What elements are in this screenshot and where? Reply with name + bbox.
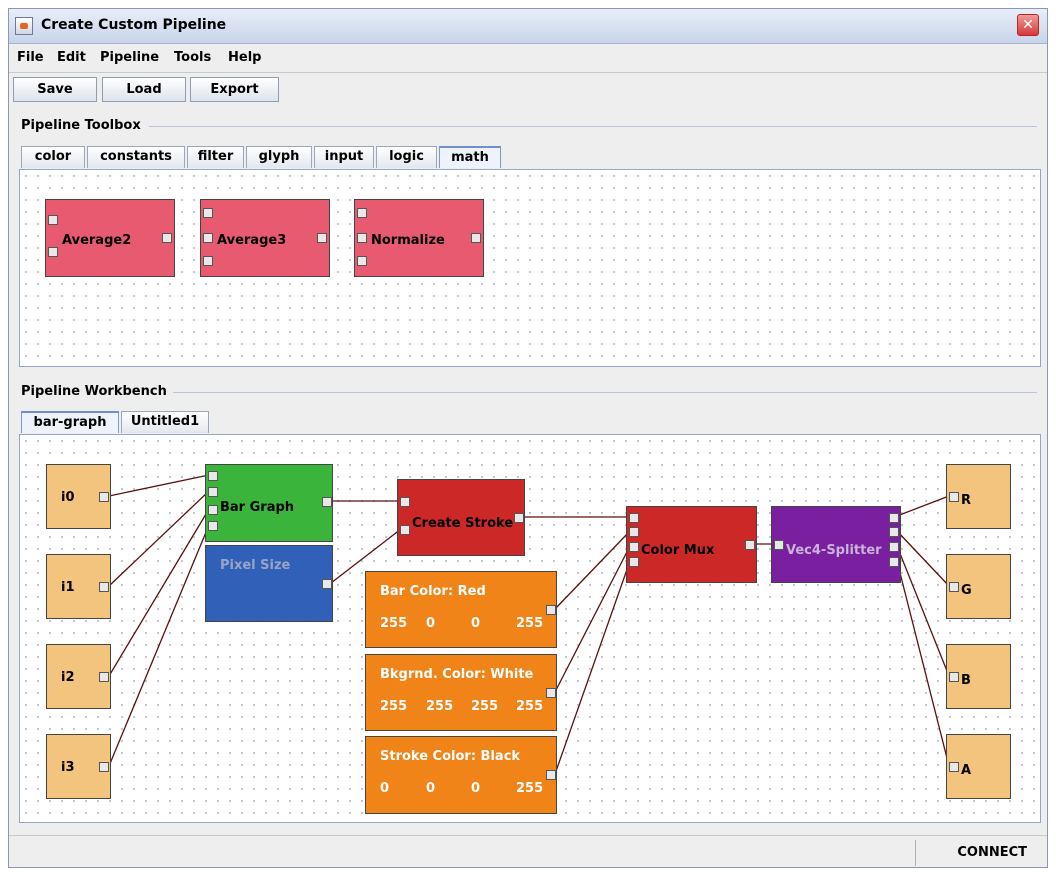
input-port[interactable] bbox=[949, 672, 959, 682]
input-port[interactable] bbox=[208, 505, 218, 515]
node-label: A bbox=[961, 763, 972, 778]
app-window: Create Custom Pipeline ✕ File Edit Pipel… bbox=[8, 8, 1048, 868]
status-text: CONNECT bbox=[957, 845, 1027, 860]
node-label: Pixel Size bbox=[220, 558, 291, 573]
value-g: 0 bbox=[426, 616, 436, 631]
vec4-splitter-node[interactable]: Vec4-Splitter bbox=[771, 506, 901, 583]
input-port[interactable] bbox=[629, 513, 639, 523]
node-label: Bar Color: Red bbox=[380, 584, 486, 599]
create-stroke-node[interactable]: Create Stroke bbox=[397, 479, 525, 556]
output-port[interactable] bbox=[99, 582, 109, 592]
wire bbox=[108, 474, 210, 497]
input-port[interactable] bbox=[949, 492, 959, 502]
input-port[interactable] bbox=[400, 525, 410, 535]
node-label: G bbox=[961, 583, 972, 598]
value-a: 255 bbox=[516, 699, 544, 714]
value-a: 255 bbox=[516, 616, 544, 631]
wire bbox=[554, 545, 631, 693]
input-port[interactable] bbox=[774, 540, 784, 550]
input-node-i1[interactable]: i1 bbox=[46, 554, 111, 619]
pixel-size-node[interactable]: Pixel Size bbox=[205, 545, 333, 622]
input-port[interactable] bbox=[949, 762, 959, 772]
status-divider bbox=[915, 840, 916, 866]
status-bar: CONNECT bbox=[9, 835, 1047, 868]
output-port[interactable] bbox=[322, 497, 332, 507]
output-node-r[interactable]: R bbox=[946, 464, 1011, 529]
node-label: B bbox=[961, 673, 971, 688]
output-port[interactable] bbox=[889, 513, 899, 523]
input-port[interactable] bbox=[629, 542, 639, 552]
output-port[interactable] bbox=[745, 540, 755, 550]
color-mux-node[interactable]: Color Mux bbox=[626, 506, 757, 583]
wire bbox=[108, 524, 210, 767]
node-label: Stroke Color: Black bbox=[380, 749, 521, 764]
output-port[interactable] bbox=[546, 688, 556, 698]
value-r: 255 bbox=[380, 616, 408, 631]
input-port[interactable] bbox=[400, 497, 410, 507]
value-g: 0 bbox=[426, 781, 436, 796]
output-port[interactable] bbox=[99, 672, 109, 682]
output-port[interactable] bbox=[322, 579, 332, 589]
bar-graph-node[interactable]: Bar Graph bbox=[205, 464, 333, 542]
output-node-b[interactable]: B bbox=[946, 644, 1011, 709]
wire bbox=[896, 530, 950, 587]
output-port[interactable] bbox=[889, 542, 899, 552]
input-node-i2[interactable]: i2 bbox=[46, 644, 111, 709]
input-port[interactable] bbox=[208, 521, 218, 531]
output-port[interactable] bbox=[889, 527, 899, 537]
node-label: i3 bbox=[61, 760, 75, 775]
node-label: R bbox=[961, 493, 972, 508]
output-port[interactable] bbox=[514, 513, 524, 523]
wire bbox=[896, 495, 950, 517]
input-port[interactable] bbox=[629, 557, 639, 567]
bar-color-node[interactable]: Bar Color: Red 255 0 0 255 bbox=[365, 571, 557, 648]
stroke-color-node[interactable]: Stroke Color: Black 0 0 0 255 bbox=[365, 736, 557, 814]
value-a: 255 bbox=[516, 781, 544, 796]
value-b: 0 bbox=[471, 616, 481, 631]
output-port[interactable] bbox=[99, 762, 109, 772]
output-node-g[interactable]: G bbox=[946, 554, 1011, 619]
output-port[interactable] bbox=[546, 605, 556, 615]
output-node-a[interactable]: A bbox=[946, 734, 1011, 799]
value-b: 255 bbox=[471, 699, 499, 714]
value-r: 255 bbox=[380, 699, 408, 714]
wire bbox=[896, 560, 950, 767]
output-port[interactable] bbox=[99, 492, 109, 502]
value-g: 255 bbox=[426, 699, 454, 714]
node-label: Vec4-Splitter bbox=[786, 543, 882, 558]
node-label: Bkgrnd. Color: White bbox=[380, 667, 534, 682]
node-label: Color Mux bbox=[641, 543, 715, 558]
input-port[interactable] bbox=[208, 471, 218, 481]
node-label: Bar Graph bbox=[220, 500, 295, 515]
wire bbox=[896, 545, 950, 677]
wire bbox=[554, 560, 631, 775]
wire bbox=[108, 490, 210, 587]
node-label: Create Stroke bbox=[412, 516, 514, 531]
input-port[interactable] bbox=[949, 582, 959, 592]
output-port[interactable] bbox=[546, 770, 556, 780]
value-b: 0 bbox=[471, 781, 481, 796]
value-r: 0 bbox=[380, 781, 390, 796]
wire bbox=[108, 508, 210, 677]
node-label: i2 bbox=[61, 670, 75, 685]
input-port[interactable] bbox=[208, 487, 218, 497]
input-node-i3[interactable]: i3 bbox=[46, 734, 111, 799]
node-label: i0 bbox=[61, 490, 75, 505]
bkgrnd-color-node[interactable]: Bkgrnd. Color: White 255 255 255 255 bbox=[365, 654, 557, 731]
input-port[interactable] bbox=[629, 527, 639, 537]
input-node-i0[interactable]: i0 bbox=[46, 464, 111, 529]
wire bbox=[554, 530, 631, 610]
output-port[interactable] bbox=[889, 557, 899, 567]
node-label: i1 bbox=[61, 580, 75, 595]
